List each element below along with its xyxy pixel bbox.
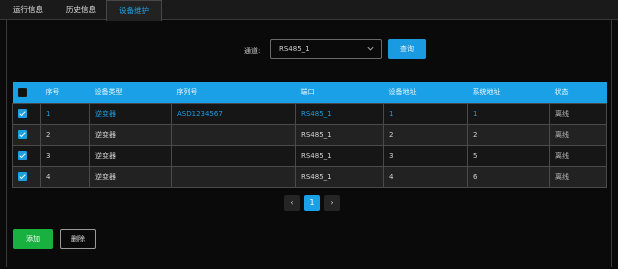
table-row[interactable]: 3 逆变器 RS485_1 3 5 离线 <box>12 144 607 167</box>
tab-device-maintenance[interactable]: 设备维护 <box>106 0 162 21</box>
port-cell: RS485_1 <box>295 123 384 146</box>
port-cell: RS485_1 <box>295 165 384 188</box>
serial-cell <box>171 165 296 188</box>
chevron-down-icon <box>367 46 374 51</box>
table-row[interactable]: 2 逆变器 RS485_1 2 2 离线 <box>12 123 607 146</box>
device-type-cell: 逆变器 <box>89 123 172 146</box>
row-checkbox[interactable] <box>18 109 27 118</box>
row-checkbox[interactable] <box>18 130 27 139</box>
tab-history-info[interactable]: 历史信息 <box>58 0 104 20</box>
row-checkbox-cell[interactable] <box>12 165 41 188</box>
device-address-cell: 2 <box>383 123 468 146</box>
device-type-cell: 逆变器 <box>89 165 172 188</box>
channel-select-value: RS485_1 <box>279 45 310 53</box>
system-address-cell: 5 <box>467 144 550 167</box>
row-checkbox-cell[interactable] <box>12 144 41 167</box>
system-address-cell: 2 <box>467 123 550 146</box>
row-checkbox[interactable] <box>18 172 27 181</box>
system-address-cell: 6 <box>467 165 550 188</box>
status-cell: 离线 <box>549 102 607 125</box>
next-page-button[interactable]: › <box>324 195 340 211</box>
column-header: 系统地址 <box>472 88 501 97</box>
device-type-cell: 逆变器 <box>89 102 172 125</box>
select-all-cell[interactable] <box>13 82 41 103</box>
serial-cell: ASD1234567 <box>171 102 296 125</box>
row-checkbox-cell[interactable] <box>12 123 41 146</box>
table-row[interactable]: 4 逆变器 RS485_1 4 6 离线 <box>12 165 607 188</box>
table-header-row: 序号 设备类型 序列号 端口 设备地址 系统地址 状态 <box>12 82 607 103</box>
column-header: 状态 <box>554 88 569 97</box>
system-address-cell: 1 <box>467 102 550 125</box>
index-cell: 1 <box>40 102 90 125</box>
tab-bar: 运行信息 历史信息 设备维护 <box>0 0 618 21</box>
status-cell: 离线 <box>549 123 607 146</box>
query-button[interactable]: 查询 <box>388 39 426 59</box>
tab-running-info[interactable]: 运行信息 <box>6 0 50 20</box>
device-type-cell: 逆变器 <box>89 144 172 167</box>
index-cell: 2 <box>40 123 90 146</box>
select-all-checkbox[interactable] <box>17 87 27 97</box>
device-address-cell: 3 <box>383 144 468 167</box>
row-checkbox[interactable] <box>18 151 27 160</box>
channel-label: 通道: <box>244 47 261 55</box>
port-cell: RS485_1 <box>295 102 384 125</box>
column-header: 端口 <box>300 88 315 97</box>
row-checkbox-cell[interactable] <box>12 102 41 125</box>
serial-cell <box>171 123 296 146</box>
prev-page-button[interactable]: ‹ <box>284 195 300 211</box>
column-header: 设备地址 <box>388 88 417 97</box>
channel-select[interactable]: RS485_1 <box>270 39 382 59</box>
device-address-cell: 4 <box>383 165 468 188</box>
device-table: 序号 设备类型 序列号 端口 设备地址 系统地址 状态 1 逆变器 ASD123… <box>12 82 607 188</box>
add-button[interactable]: 添加 <box>13 229 53 249</box>
delete-button[interactable]: 删除 <box>60 229 96 249</box>
index-cell: 4 <box>40 165 90 188</box>
status-cell: 离线 <box>549 144 607 167</box>
serial-cell <box>171 144 296 167</box>
column-header: 设备类型 <box>94 88 123 97</box>
status-cell: 离线 <box>549 165 607 188</box>
table-row[interactable]: 1 逆变器 ASD1234567 RS485_1 1 1 离线 <box>12 102 607 125</box>
device-address-cell: 1 <box>383 102 468 125</box>
port-cell: RS485_1 <box>295 144 384 167</box>
index-cell: 3 <box>40 144 90 167</box>
column-header: 序列号 <box>176 88 198 97</box>
current-page-button[interactable]: 1 <box>304 195 320 211</box>
column-header: 序号 <box>45 88 60 97</box>
